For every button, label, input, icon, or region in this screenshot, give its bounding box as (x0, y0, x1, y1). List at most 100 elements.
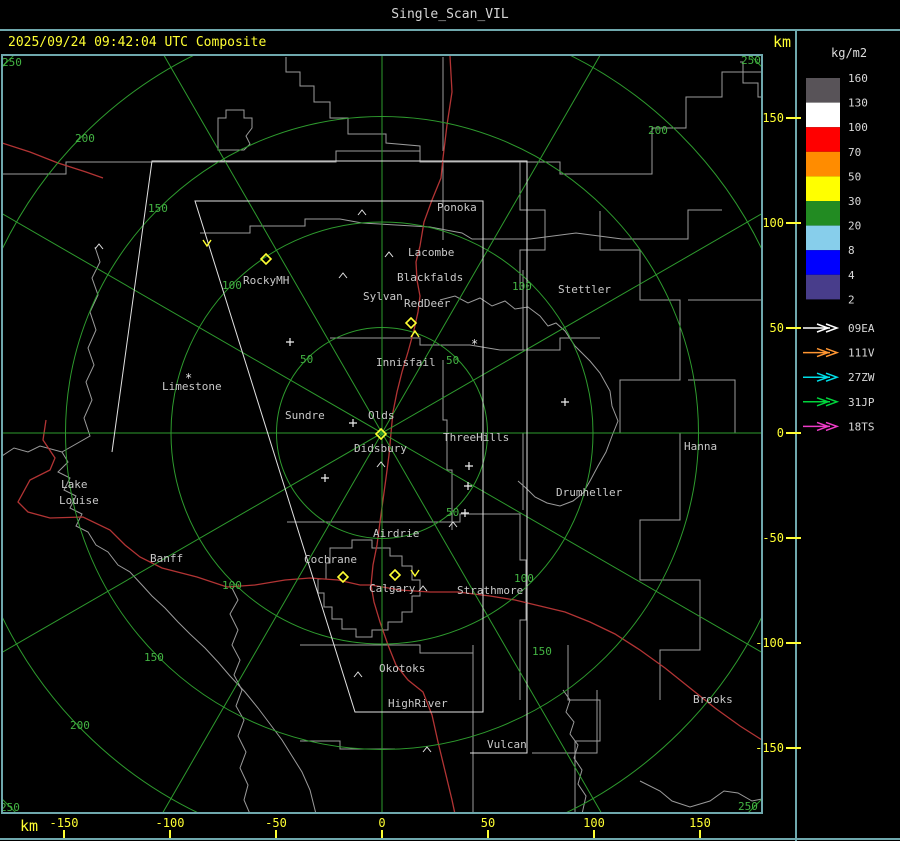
county-boundary (442, 57, 453, 530)
right-axis-tick-label: -150 (755, 741, 784, 755)
window-title: Single_Scan_VIL (391, 7, 509, 22)
city-label: Strathmore (457, 584, 523, 597)
city-label: Drumheller (556, 486, 623, 499)
county-boundary (217, 109, 253, 151)
county-boundary (300, 644, 601, 813)
range-ring-label: 100 (222, 579, 242, 592)
range-ring-label: 200 (70, 719, 90, 732)
city-label: Olds (368, 409, 395, 422)
range-ring (2, 55, 762, 813)
county-boundary (57, 246, 317, 813)
town-plus-marker (465, 462, 473, 470)
city-label: Vulcan (487, 738, 527, 751)
legend-swatch (806, 176, 840, 201)
range-ring-label: 200 (648, 124, 668, 137)
bottom-axis-tick-label: -50 (265, 816, 287, 830)
town-caret-marker (422, 746, 432, 753)
county-boundary (229, 587, 251, 813)
city-label: Okotoks (379, 662, 425, 675)
town-plus-marker (321, 474, 329, 482)
town-plus-marker (286, 338, 294, 346)
town-caret-marker (448, 521, 458, 528)
highway-road (2, 142, 104, 179)
county-boundary (522, 270, 762, 510)
radar-id-label: 18TS (848, 420, 875, 433)
county-boundary (599, 211, 701, 700)
radar-id-label: 31JP (848, 396, 875, 409)
legend-value-label: 70 (848, 146, 861, 159)
radar-app-window: { "window": { "title": "Single_Scan_VIL"… (0, 0, 900, 841)
city-label: HighRiver (388, 697, 448, 710)
range-ring-label: 100 (222, 279, 242, 292)
legend-swatch (806, 151, 840, 177)
town-plus-marker (561, 398, 569, 406)
bottom-axis-tick-label: -100 (156, 816, 185, 830)
legend-swatch (806, 274, 840, 300)
city-label: Limestone (162, 380, 222, 393)
city-label: Cochrane (304, 553, 357, 566)
town-plus-marker (461, 509, 469, 517)
town-caret-marker (338, 272, 348, 279)
range-ring-label: 150 (144, 651, 164, 664)
legend-value-label: 4 (848, 269, 855, 282)
town-caret-marker (94, 243, 104, 250)
radar-id-label: 27ZW (848, 371, 875, 384)
legend-value-label: 130 (848, 97, 868, 110)
city-label: Ponoka (437, 201, 477, 214)
city-label: Blackfalds (397, 271, 463, 284)
legend-swatch (806, 225, 840, 251)
title-bar: Single_Scan_VIL (0, 0, 900, 31)
city-label: Lake (61, 478, 88, 491)
town-plus-marker (464, 482, 472, 490)
legend-value-label: 160 (848, 72, 868, 85)
radar-map-canvas[interactable]: 25020015010050 50100200250501001502501001… (0, 0, 900, 841)
legend-swatch (806, 102, 840, 128)
city-label: Louise (59, 494, 99, 507)
bottom-axis-tick-label: 150 (689, 816, 711, 830)
bottom-axis-tick-label: 0 (378, 816, 385, 830)
town-star-marker: * (471, 337, 478, 351)
range-ring (2, 55, 762, 813)
right-axis-tick-label: 50 (770, 321, 784, 335)
range-ring-label: 50 (446, 354, 459, 367)
city-label: Stettler (558, 283, 611, 296)
city-label: Sylvan (363, 290, 403, 303)
town-plus-marker (349, 419, 357, 427)
legend-swatch (806, 250, 840, 275)
town-caret-marker (384, 251, 394, 258)
range-ring-label: 250 (2, 56, 22, 69)
city-label: Brooks (693, 693, 733, 706)
range-ring-label: 150 (148, 202, 168, 215)
bottom-axis-tick-label: -150 (50, 816, 79, 830)
legend-swatch (806, 78, 840, 103)
county-boundary (200, 209, 722, 240)
city-label: ThreeHills (443, 431, 509, 444)
city-label: Sundre (285, 409, 325, 422)
city-label: Banff (150, 552, 183, 565)
right-axis-tick-label: 150 (762, 111, 784, 125)
county-boundary (519, 162, 546, 290)
legend-value-label: 100 (848, 121, 868, 134)
radar-site-diamond (388, 568, 402, 582)
map-layer: 25020015010050 50100200250501001502501001… (2, 55, 762, 813)
range-ring-label: 100 (512, 280, 532, 293)
timestamp-label: 2025/09/24 09:42:04 UTC Composite (8, 35, 267, 50)
city-label: Innisfail (376, 356, 436, 369)
city-label: Didsbury (354, 442, 407, 455)
county-boundary (330, 337, 600, 351)
city-label: RedDeer (404, 297, 451, 310)
range-ring-label: 200 (75, 132, 95, 145)
county-boundary (439, 295, 619, 507)
right-axis-tick-label: -50 (762, 531, 784, 545)
city-label: Calgary (369, 582, 416, 595)
city-label: Hanna (684, 440, 717, 453)
town-caret-marker (376, 461, 386, 468)
scan-sector-outline (111, 160, 528, 754)
legend-swatch (806, 201, 840, 226)
right-axis-unit-label: km (773, 33, 792, 51)
county-boundary (532, 689, 598, 813)
legend-value-label: 20 (848, 220, 861, 233)
town-caret-marker (357, 209, 367, 216)
range-ring-label: 50 (446, 506, 459, 519)
legend-unit-label: kg/m2 (831, 46, 868, 60)
